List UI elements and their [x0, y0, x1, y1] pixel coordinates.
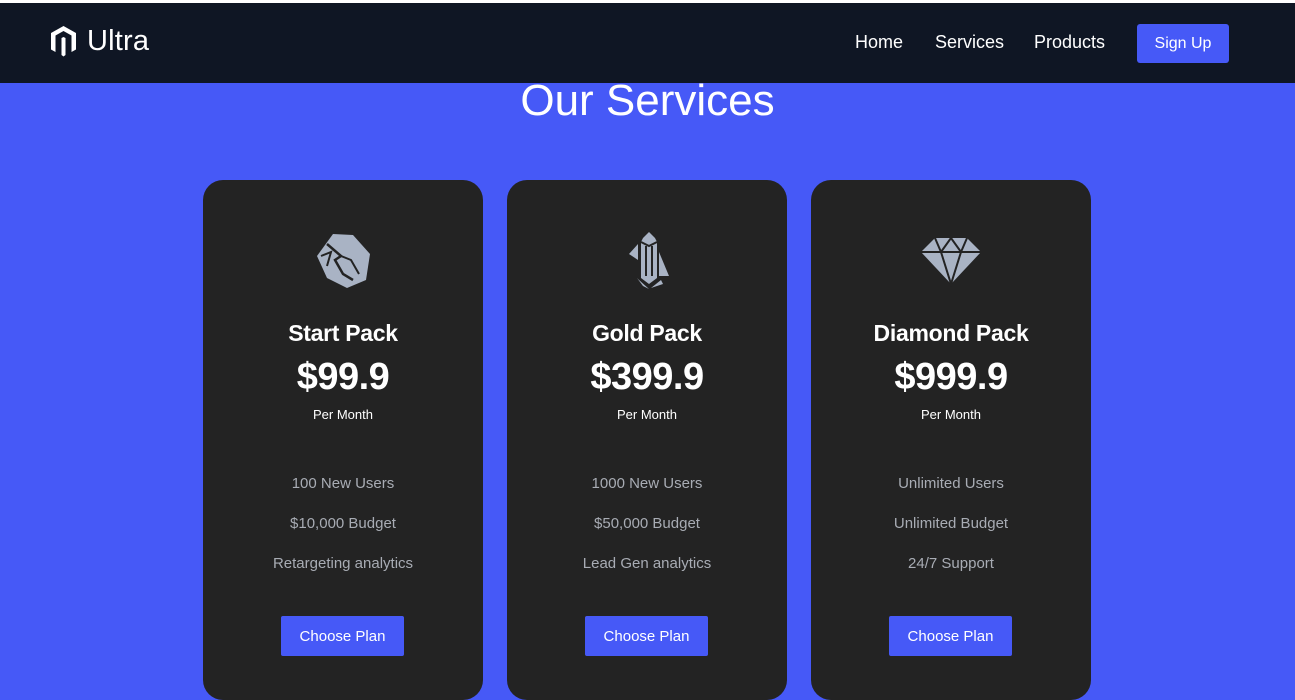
nav-home-link[interactable]: Home [855, 32, 903, 53]
crystal-icon [617, 230, 677, 290]
plan-price: $999.9 [894, 356, 1008, 398]
plan-period: Per Month [313, 407, 373, 422]
plan-name: Start Pack [288, 320, 398, 346]
choose-plan-button[interactable]: Choose Plan [889, 616, 1012, 656]
pricing-card-diamond: Diamond Pack $999.9 Per Month Unlimited … [811, 180, 1091, 700]
diamond-icon [921, 230, 981, 290]
brand[interactable]: Ultra [49, 25, 149, 58]
nav-services-link[interactable]: Services [935, 32, 1004, 53]
hexagon-m-logo-icon [51, 26, 76, 57]
plan-feature: 1000 New Users [591, 475, 703, 492]
choose-plan-button[interactable]: Choose Plan [281, 616, 404, 656]
plan-feature: Unlimited Budget [893, 515, 1009, 532]
section-title: Our Services [520, 76, 775, 125]
plan-feature: $50,000 Budget [594, 515, 700, 532]
pricing-card-gold: Gold Pack $399.9 Per Month 1000 New User… [507, 180, 787, 700]
navbar: Ultra Home Services Products Sign Up [0, 3, 1295, 83]
rock-icon [313, 230, 373, 290]
plan-feature: Retargeting analytics [272, 555, 414, 572]
plan-feature: 100 New Users [291, 475, 395, 492]
plan-period: Per Month [617, 407, 677, 422]
brand-name: Ultra [87, 25, 150, 57]
plan-name: Diamond Pack [873, 320, 1029, 346]
choose-plan-button[interactable]: Choose Plan [585, 616, 708, 656]
plan-feature: Lead Gen analytics [582, 555, 712, 572]
pricing-card-start: Start Pack $99.9 Per Month 100 New Users… [203, 180, 483, 700]
plan-feature: $10,000 Budget [290, 515, 396, 532]
sign-up-button[interactable]: Sign Up [1137, 24, 1229, 63]
plan-feature: Unlimited Users [898, 475, 1004, 492]
nav-products-link[interactable]: Products [1034, 32, 1105, 53]
plan-price: $99.9 [296, 356, 390, 398]
plan-name: Gold Pack [592, 320, 702, 346]
plan-period: Per Month [921, 407, 981, 422]
plan-price: $399.9 [590, 356, 704, 398]
plan-feature: 24/7 Support [908, 555, 994, 572]
